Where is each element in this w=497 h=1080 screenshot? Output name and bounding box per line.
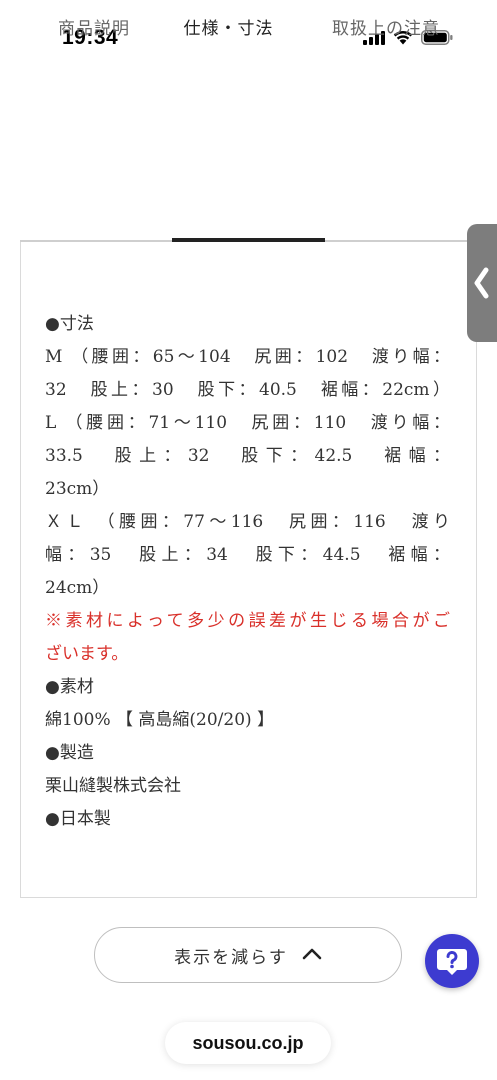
chevron-left-icon	[474, 267, 489, 299]
tolerance-note-line-2: ざいます。	[45, 644, 129, 664]
manufacture-heading: ●製造	[45, 743, 94, 763]
help-chat-button[interactable]	[425, 934, 479, 988]
tolerance-note-line-1: ※素材によって多少の誤差が生じる場合がご	[45, 611, 450, 631]
tab-handling-notes[interactable]: 取扱上の注意	[311, 0, 461, 52]
chevron-up-icon	[302, 946, 322, 965]
show-less-button[interactable]: 表示を減らす	[94, 927, 402, 983]
side-drawer-handle[interactable]	[467, 224, 497, 342]
specifications-content: ●寸法 M （腰囲：65～104 尻囲：102 渡り幅： 32 股上：30 股下…	[45, 308, 450, 836]
material-value: 綿100% 【 高島縮(20/20) 】	[45, 710, 275, 730]
tab-specifications[interactable]: 仕様・寸法	[152, 0, 305, 52]
size-xl-line-2: 幅：35 股上：34 股下：44.5 裾幅：	[45, 545, 450, 565]
size-xl-line-3: 24cm）	[45, 578, 110, 598]
material-heading: ●素材	[45, 677, 94, 697]
size-l-line-2: 33.5 股上：32 股下：42.5 裾幅：	[45, 446, 450, 466]
dimensions-heading: ●寸法	[45, 314, 94, 334]
size-l-line-3: 23cm）	[45, 479, 110, 499]
manufacturer-value: 栗山縫製株式会社	[45, 776, 181, 796]
question-mark-icon	[437, 949, 467, 975]
tab-product-description[interactable]: 商品説明	[20, 0, 168, 52]
size-l-line-1: L （腰囲：71～110 尻囲：110 渡り幅：	[45, 413, 450, 433]
url-bar[interactable]: sousou.co.jp	[165, 1022, 331, 1064]
size-m-line-2: 32 股上：30 股下：40.5 裾幅：22cm）	[45, 380, 450, 400]
origin-label: ●日本製	[45, 809, 111, 829]
size-m-line-1: M （腰囲：65～104 尻囲：102 渡り幅：	[45, 347, 450, 367]
show-less-label: 表示を減らす	[174, 947, 288, 968]
size-xl-line-1: ＸＬ （腰囲：77～116 尻囲：116 渡り	[45, 512, 450, 532]
